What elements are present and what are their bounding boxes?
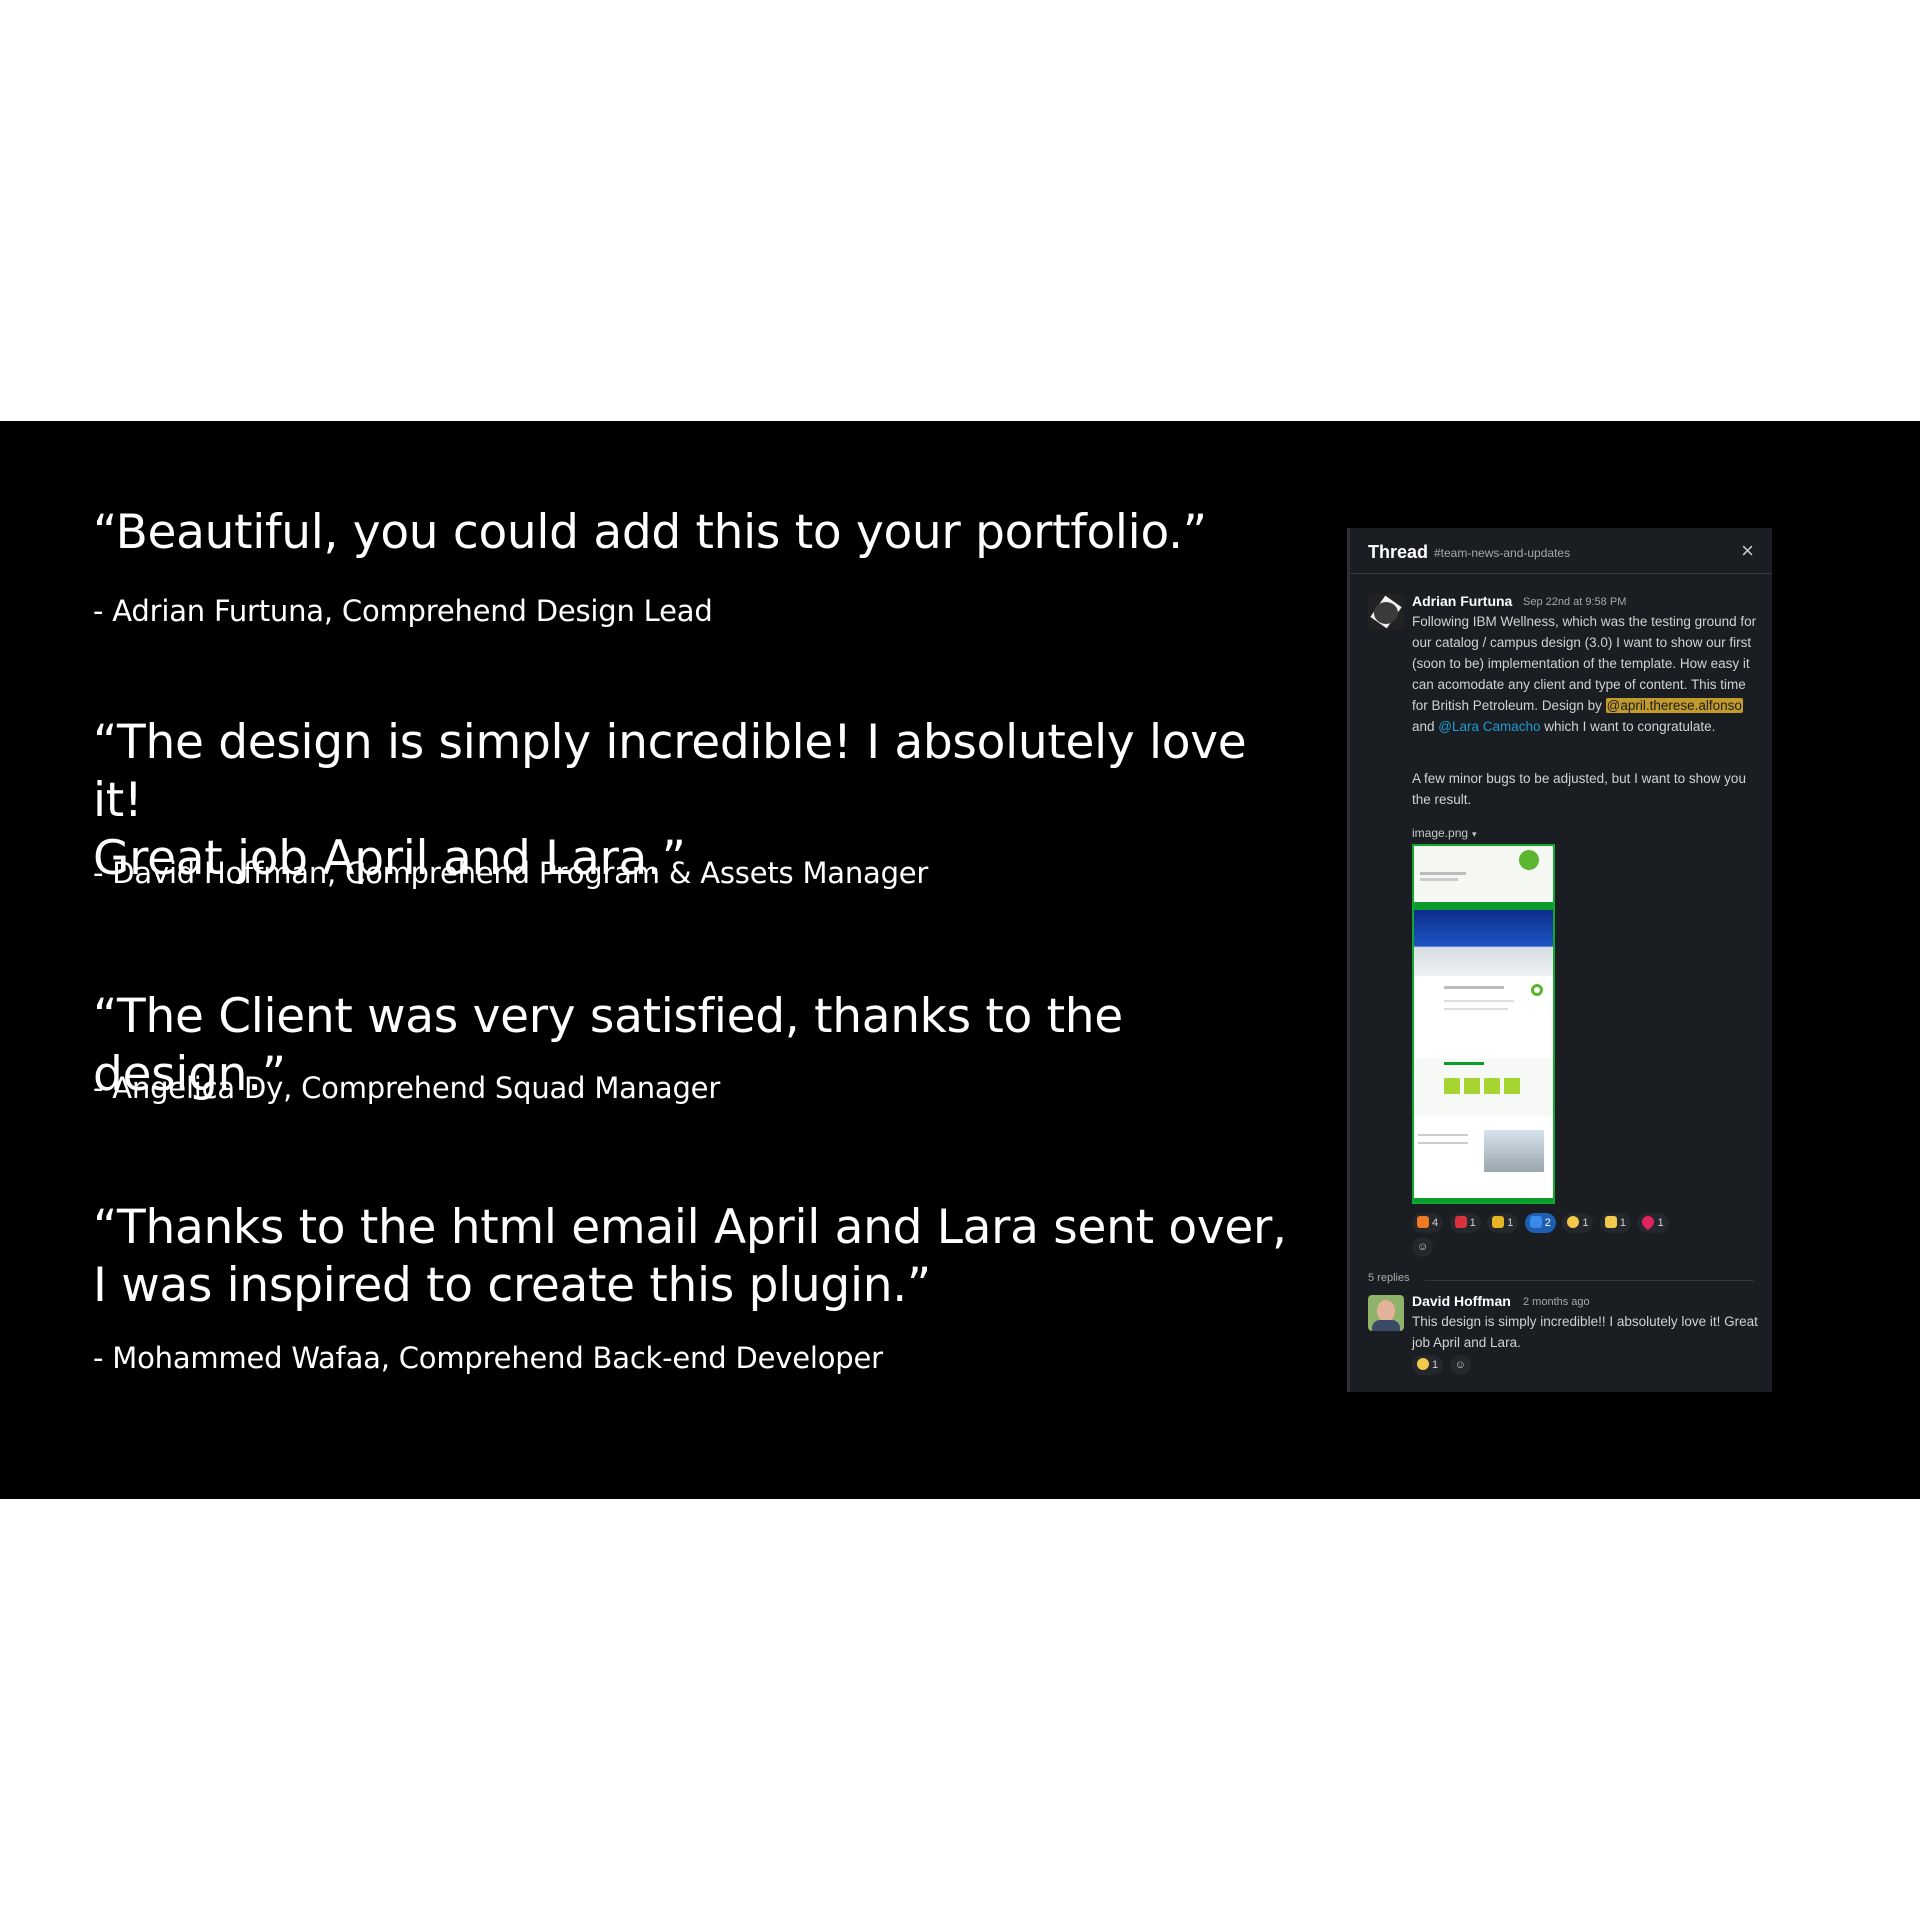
- reply-timestamp[interactable]: 2 months ago: [1523, 1296, 1590, 1308]
- quote-line: “The design is simply incredible! I abso…: [93, 715, 1247, 828]
- reaction-count: 1: [1432, 1359, 1439, 1371]
- message-author[interactable]: Adrian Furtuna: [1412, 593, 1512, 609]
- party-icon: [1604, 1216, 1617, 1228]
- text-line: [1444, 1062, 1484, 1065]
- crown-icon: [1492, 1216, 1505, 1228]
- card: [1504, 1078, 1520, 1094]
- face-icon: [1567, 1216, 1580, 1228]
- text-line: [1418, 1142, 1468, 1144]
- helios-icon: [1531, 984, 1543, 996]
- reaction-heart[interactable]: 1: [1637, 1213, 1669, 1233]
- close-icon[interactable]: ×: [1741, 538, 1754, 564]
- avatar[interactable]: [1368, 594, 1404, 630]
- heart-icon: [1639, 1213, 1657, 1231]
- smile-icon: [1417, 1358, 1429, 1370]
- quote-line: I was inspired to create this plugin.”: [93, 1258, 931, 1313]
- green-bar: [1414, 902, 1553, 910]
- reaction-count: 4: [1432, 1217, 1439, 1229]
- message-body: Following IBM Wellness, which was the te…: [1412, 611, 1762, 737]
- text-line: [1444, 986, 1504, 989]
- testimonial-author: - Mohammed Wafaa, Comprehend Back-end De…: [93, 1341, 883, 1375]
- slack-thread-panel: Thread #team-news-and-updates × Adrian F…: [1347, 528, 1772, 1392]
- message-congrats: which I want to congratulate.: [1540, 719, 1716, 734]
- bp-logo-icon: [1519, 850, 1539, 870]
- add-reaction-icon: ☺: [1417, 1241, 1429, 1253]
- divider: [1425, 1280, 1754, 1281]
- fire-icon: [1417, 1216, 1429, 1228]
- green-bar: [1414, 1198, 1553, 1202]
- mention-april[interactable]: @april.therese.alfonso: [1605, 698, 1743, 713]
- reaction-count: 1: [1469, 1217, 1476, 1229]
- message-design-by: Design by: [1541, 698, 1606, 713]
- text-line: [1444, 1008, 1508, 1010]
- mention-lara[interactable]: @Lara Camacho: [1438, 719, 1540, 734]
- reaction-yes[interactable]: 2: [1524, 1213, 1556, 1233]
- reaction-count: 1: [1582, 1217, 1589, 1229]
- preview-footer: [1414, 1116, 1553, 1202]
- preview-building-photo: [1414, 910, 1553, 976]
- reply-reactions: 1 ☺: [1412, 1355, 1473, 1379]
- message-timestamp[interactable]: Sep 22nd at 9:58 PM: [1523, 596, 1626, 608]
- text-line: [1420, 878, 1458, 881]
- text-line: [1444, 1000, 1514, 1002]
- badge-icon: [1454, 1216, 1467, 1228]
- testimonial-quote: “Thanks to the html email April and Lara…: [93, 1199, 1293, 1315]
- thread-title: Thread: [1368, 542, 1429, 562]
- reply-author[interactable]: David Hoffman: [1412, 1293, 1511, 1309]
- card: [1484, 1078, 1500, 1094]
- add-reaction-button[interactable]: ☺: [1412, 1237, 1434, 1257]
- preview-faq: [1414, 976, 1553, 1058]
- reaction-fire[interactable]: 4: [1412, 1213, 1444, 1233]
- reaction-count: 1: [1619, 1217, 1627, 1229]
- card: [1444, 1078, 1460, 1094]
- preview-hero: [1414, 846, 1553, 910]
- replies-count: 5 replies: [1368, 1272, 1410, 1284]
- attachment-label[interactable]: image.png ▾: [1412, 826, 1477, 840]
- reactions-bar: 4 1 1 2 1 1 1 ☺: [1412, 1213, 1762, 1261]
- photo: [1484, 1130, 1544, 1172]
- reaction-smile[interactable]: 1: [1412, 1355, 1444, 1375]
- reaction-count: 1: [1657, 1217, 1664, 1229]
- message-paragraph: A few minor bugs to be adjusted, but I w…: [1412, 771, 1746, 807]
- thread-header: Thread #team-news-and-updates ×: [1350, 528, 1772, 574]
- testimonial-author: - Angelica Dy, Comprehend Squad Manager: [93, 1071, 721, 1105]
- thread-channel[interactable]: #team-news-and-updates: [1434, 546, 1570, 560]
- testimonial-author: - Adrian Furtuna, Comprehend Design Lead: [93, 594, 713, 628]
- reaction-badge[interactable]: 1: [1449, 1213, 1481, 1233]
- message-and: and: [1412, 719, 1439, 734]
- chevron-down-icon[interactable]: ▾: [1472, 829, 1477, 839]
- avatar[interactable]: [1368, 1295, 1404, 1331]
- quote-line: “Thanks to the html email April and Lara…: [93, 1200, 1287, 1255]
- add-reaction-icon: ☺: [1454, 1359, 1466, 1371]
- yes-icon: [1529, 1216, 1542, 1228]
- reaction-count: 2: [1544, 1217, 1551, 1229]
- attachment-filename[interactable]: image.png: [1412, 826, 1468, 840]
- add-reaction-button[interactable]: ☺: [1449, 1355, 1471, 1375]
- text-line: [1418, 1134, 1468, 1136]
- testimonials-band: “Beautiful, you could add this to your p…: [0, 421, 1920, 1499]
- image-preview[interactable]: [1412, 844, 1555, 1204]
- reaction-party[interactable]: 1: [1599, 1213, 1632, 1233]
- reply-body: This design is simply incredible!! I abs…: [1412, 1314, 1758, 1350]
- reaction-count: 1: [1507, 1217, 1514, 1229]
- testimonial-quote: “Beautiful, you could add this to your p…: [93, 505, 1207, 560]
- card: [1464, 1078, 1480, 1094]
- testimonial-author: - David Hoffman, Comprehend Program & As…: [93, 856, 929, 890]
- reaction-crown[interactable]: 1: [1487, 1213, 1519, 1233]
- preview-assessments: [1414, 1058, 1553, 1116]
- text-line: [1420, 872, 1466, 875]
- reaction-face[interactable]: 1: [1562, 1213, 1594, 1233]
